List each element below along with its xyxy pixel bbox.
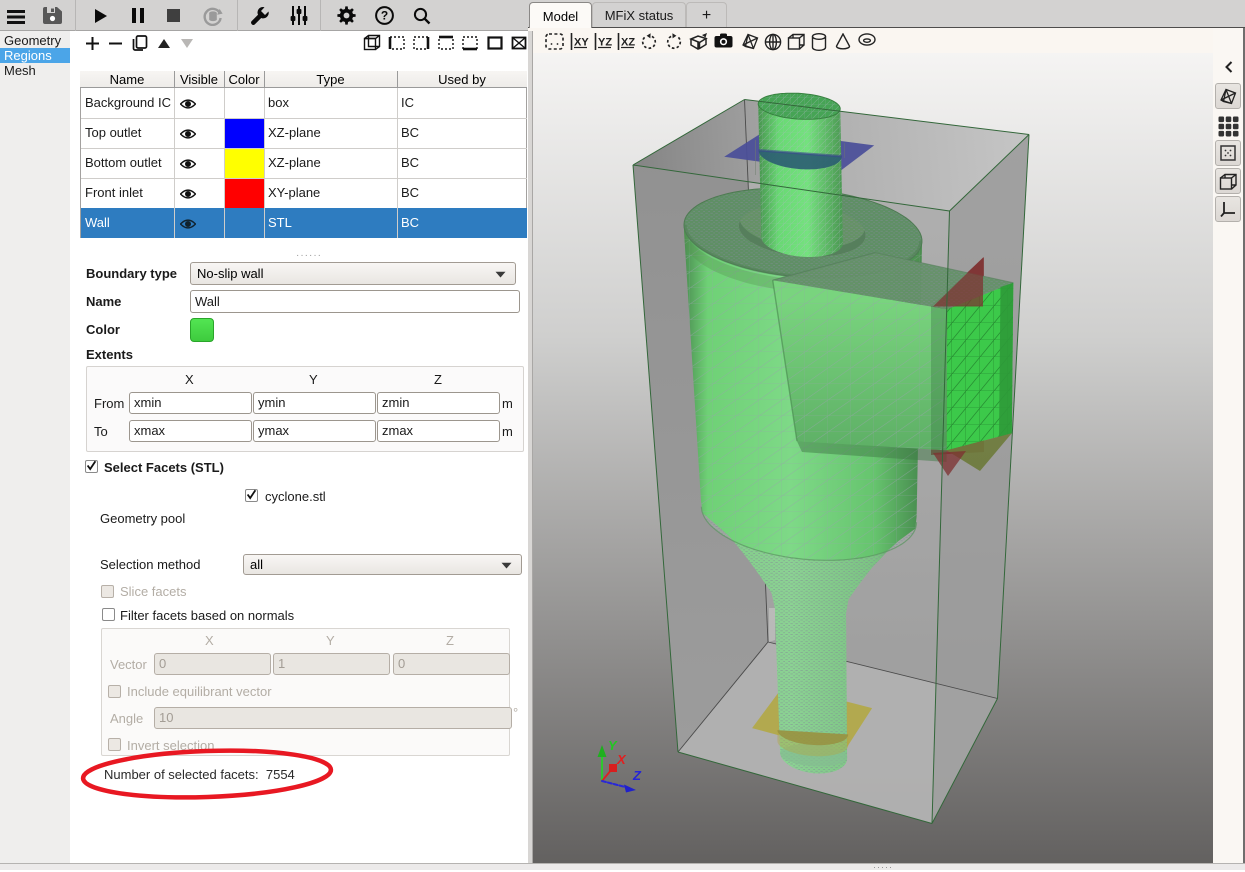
svg-text:YZ: YZ <box>598 37 612 49</box>
svg-text:XZ: XZ <box>621 37 635 49</box>
svg-text:?: ? <box>381 9 388 23</box>
svg-text:XY: XY <box>574 37 589 49</box>
svg-text:Z: Z <box>632 768 642 783</box>
svg-text:Y: Y <box>608 738 618 753</box>
svg-text:X: X <box>616 752 627 767</box>
